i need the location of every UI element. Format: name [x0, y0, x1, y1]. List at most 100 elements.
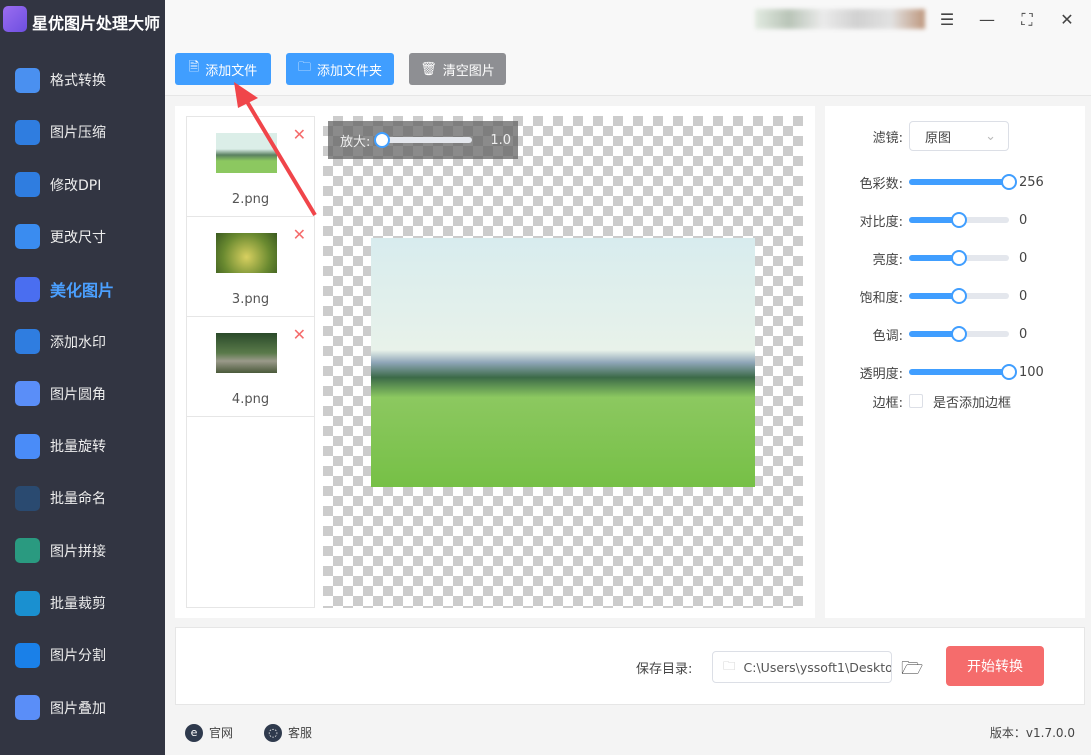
remove-icon[interactable]: ✕ — [293, 325, 306, 344]
puzzle-icon — [15, 538, 40, 564]
ie-icon: e — [185, 723, 203, 742]
close-button[interactable]: ✕ — [1057, 10, 1077, 30]
sidebar-item-label: 图片压缩 — [50, 125, 106, 142]
filter-select[interactable]: 原图 ⌄ — [909, 121, 1009, 151]
support-link[interactable]: ◌ 客服 — [264, 723, 312, 742]
slider-label: 亮度: — [872, 252, 903, 268]
thumbnail — [216, 333, 277, 373]
chevron-down-icon: ⌄ — [985, 128, 996, 144]
dpi-icon — [15, 172, 40, 198]
border-checkbox-label[interactable]: 是否添加边框 — [933, 392, 1011, 411]
sidebar-item[interactable]: 图片圆角 — [0, 368, 165, 420]
remove-icon[interactable]: ✕ — [293, 225, 306, 244]
sidebar-item-label: 修改DPI — [50, 177, 102, 194]
sidebar-item[interactable]: 美化图片 — [0, 263, 165, 315]
sidebar-item-label: 图片分割 — [50, 648, 106, 665]
folder-icon: 🗀 — [723, 657, 736, 673]
slider-value: 0 — [1019, 326, 1028, 342]
start-convert-button[interactable]: 开始转换 — [946, 646, 1044, 686]
title-bar: ☰ — ⛶ ✕ — [165, 0, 1091, 42]
footer: e 官网 ◌ 客服 版本：v1.7.0.0 — [165, 710, 1091, 755]
sidebar-item-label: 批量旋转 — [50, 439, 106, 456]
save-path-input[interactable]: 🗀 C:\Users\yssoft1\Desktop — [712, 651, 892, 683]
chat-icon: ◌ — [264, 723, 282, 742]
compress-icon — [15, 119, 40, 145]
sidebar-item[interactable]: 修改DPI — [0, 159, 165, 211]
zoom-slider[interactable] — [374, 132, 473, 148]
file-item[interactable]: ✕ 2.png — [187, 117, 314, 217]
property-slider[interactable] — [909, 174, 1017, 190]
sidebar-item-label: 格式转换 — [50, 73, 106, 89]
beautify-icon — [15, 276, 40, 302]
sidebar-item-label: 图片叠加 — [50, 700, 106, 717]
user-avatar-blurred — [755, 9, 925, 29]
sidebar-item[interactable]: 批量裁剪 — [0, 577, 165, 629]
sidebar-item[interactable]: 批量旋转 — [0, 420, 165, 472]
properties-panel: 滤镜: 原图 ⌄ 色彩数: 256 对比度: 0 亮度: 0 饱和度: 0 色调: 0 透明度: 100… — [825, 106, 1085, 618]
app-title: 星优图片处理大师 — [32, 14, 161, 33]
trash-icon: 🗑 — [420, 61, 437, 77]
file-name: 3.png — [231, 292, 270, 307]
website-link[interactable]: e 官网 — [185, 723, 233, 742]
save-path-value: C:\Users\yssoft1\Desktop — [743, 659, 892, 675]
add-folder-button[interactable]: 🗀 添加文件夹 — [286, 53, 394, 85]
slider-row: 色调: 0 — [825, 322, 1085, 346]
slider-row: 对比度: 0 — [825, 208, 1085, 232]
toolbar: 🗎 添加文件 🗀 添加文件夹 🗑 清空图片 — [165, 42, 1091, 96]
rename-icon — [15, 485, 40, 511]
save-dir-label: 保存目录: — [636, 662, 693, 677]
layers-icon — [15, 695, 40, 721]
image-convert-icon — [15, 67, 40, 93]
slider-row: 饱和度: 0 — [825, 284, 1085, 308]
sidebar-item[interactable]: 图片拼接 — [0, 525, 165, 577]
maximize-button[interactable]: ⛶ — [1017, 10, 1037, 30]
property-slider[interactable] — [909, 288, 1009, 304]
sidebar-item[interactable]: 图片压缩 — [0, 106, 165, 158]
file-item[interactable]: ✕ 3.png — [187, 217, 314, 317]
app-logo — [3, 6, 27, 32]
sidebar-item-label: 更改尺寸 — [50, 229, 106, 246]
border-checkbox[interactable] — [909, 394, 923, 408]
remove-icon[interactable]: ✕ — [293, 125, 306, 144]
rotate-icon — [15, 433, 40, 459]
slider-value: 0 — [1019, 288, 1028, 304]
slider-row: 透明度: 100 — [825, 360, 1085, 384]
minimize-button[interactable]: — — [977, 10, 997, 30]
border-row: 边框: 是否添加边框 — [825, 389, 1085, 413]
sidebar-item[interactable]: 批量命名 — [0, 472, 165, 524]
border-label: 边框: — [872, 395, 903, 411]
property-slider[interactable] — [909, 364, 1017, 380]
filter-row: 滤镜: 原图 ⌄ — [825, 121, 1085, 151]
slider-value: 0 — [1019, 212, 1028, 228]
preview-canvas: 放大: 1.0 — [323, 116, 803, 608]
clear-label: 清空图片 — [442, 63, 495, 79]
add-file-button[interactable]: 🗎 添加文件 — [175, 53, 271, 85]
add-folder-label: 添加文件夹 — [317, 63, 383, 79]
slider-value: 256 — [1019, 174, 1044, 190]
sidebar-item-label: 批量命名 — [50, 491, 106, 508]
file-item[interactable]: ✕ 4.png — [187, 317, 314, 417]
thumbnail — [216, 233, 277, 273]
crop-icon — [15, 590, 40, 616]
sidebar-item[interactable]: 图片叠加 — [0, 682, 165, 734]
thumbnail — [216, 133, 277, 173]
property-slider[interactable] — [909, 326, 1009, 342]
property-slider[interactable] — [909, 212, 1009, 228]
sidebar-item[interactable]: 更改尺寸 — [0, 211, 165, 263]
resize-icon — [15, 224, 40, 250]
sidebar-item[interactable]: 格式转换 — [0, 54, 165, 106]
property-slider[interactable] — [909, 250, 1009, 266]
add-file-label: 添加文件 — [205, 63, 258, 79]
sidebar-item-label: 美化图片 — [50, 281, 115, 301]
clear-images-button[interactable]: 🗑 清空图片 — [409, 53, 506, 85]
zoom-control: 放大: 1.0 — [328, 121, 518, 159]
preview-image — [371, 238, 755, 487]
sidebar-item-label: 图片圆角 — [50, 386, 106, 403]
workspace: ✕ 2.png ✕ 3.png ✕ 4.png 放大: 1.0 — [175, 106, 815, 618]
version-text: 版本：v1.7.0.0 — [989, 726, 1075, 740]
browse-folder-icon[interactable]: 🗁 — [901, 656, 923, 686]
sidebar-item[interactable]: 添加水印 — [0, 316, 165, 368]
sidebar-item[interactable]: 图片分割 — [0, 629, 165, 681]
slider-row: 亮度: 0 — [825, 246, 1085, 270]
settings-icon[interactable]: ☰ — [937, 10, 957, 30]
